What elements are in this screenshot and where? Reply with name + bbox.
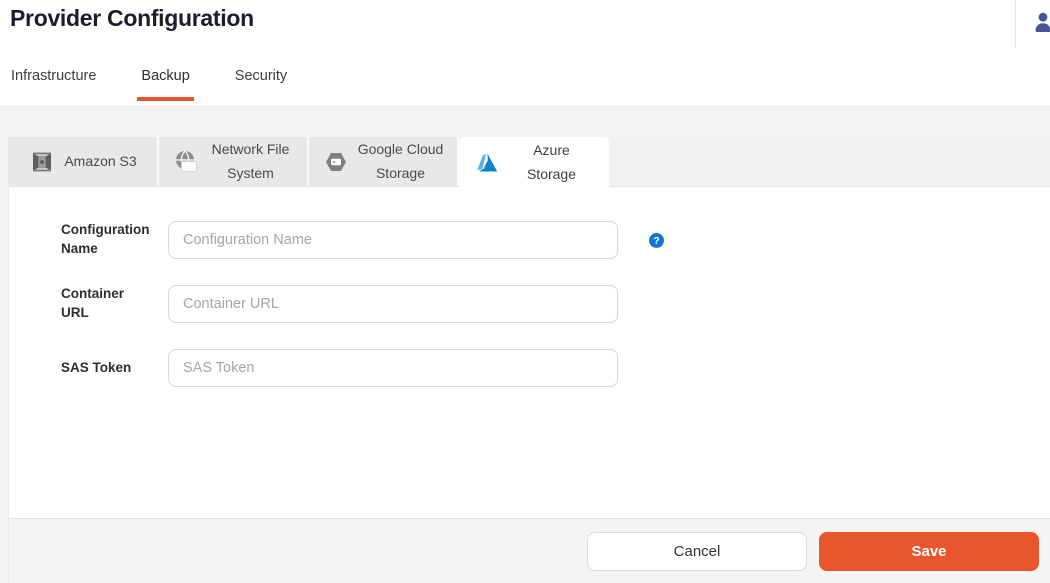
svg-text:?: ?: [653, 236, 659, 247]
google-cloud-storage-icon: [323, 149, 349, 175]
tab-azure-storage[interactable]: Azure Storage: [459, 137, 609, 188]
nav-item-backup[interactable]: Backup: [141, 68, 189, 101]
form-row-configuration-name: Configuration Name ?: [61, 221, 1050, 259]
azure-storage-icon: [474, 150, 500, 176]
sas-token-label: SAS Token: [61, 359, 168, 378]
save-button[interactable]: Save: [819, 532, 1039, 571]
tab-label: Network File System: [208, 138, 294, 186]
form-row-container-url: Container URL: [61, 285, 1050, 323]
cancel-button[interactable]: Cancel: [587, 532, 807, 571]
container-url-input[interactable]: [168, 285, 618, 323]
tab-google-cloud-storage[interactable]: Google Cloud Storage: [309, 137, 459, 186]
container-url-label: Container URL: [61, 285, 168, 323]
page-title: Provider Configuration: [10, 5, 254, 32]
help-icon[interactable]: ?: [649, 233, 664, 248]
tab-network-file-system[interactable]: Network File System: [159, 137, 309, 186]
configuration-name-label: Configuration Name: [61, 221, 168, 259]
user-icon[interactable]: [1031, 10, 1050, 34]
tab-label: Amazon S3: [64, 150, 136, 174]
nav-item-security[interactable]: Security: [235, 68, 287, 101]
azure-storage-form: Configuration Name ? Container URL SAS T…: [9, 187, 1050, 518]
form-footer: Cancel Save: [9, 518, 1050, 583]
section-nav: Infrastructure Backup Security: [11, 68, 332, 106]
sas-token-input[interactable]: [168, 349, 618, 387]
network-file-system-icon: [173, 149, 199, 175]
amazon-s3-icon: [29, 149, 55, 175]
backup-provider-card: Amazon S3 Network File System Google Clo…: [8, 137, 1050, 583]
nav-item-infrastructure[interactable]: Infrastructure: [11, 68, 96, 101]
tab-amazon-s3[interactable]: Amazon S3: [9, 137, 159, 186]
header-divider: [1015, 0, 1016, 48]
tab-label: Google Cloud Storage: [358, 138, 444, 186]
page-header: Provider Configuration Infrastructure Ba…: [0, 0, 1050, 107]
form-row-sas-token: SAS Token: [61, 349, 1050, 387]
provider-tabstrip: Amazon S3 Network File System Google Clo…: [9, 137, 1050, 187]
tab-label: Azure Storage: [509, 139, 595, 187]
configuration-name-input[interactable]: [168, 221, 618, 259]
